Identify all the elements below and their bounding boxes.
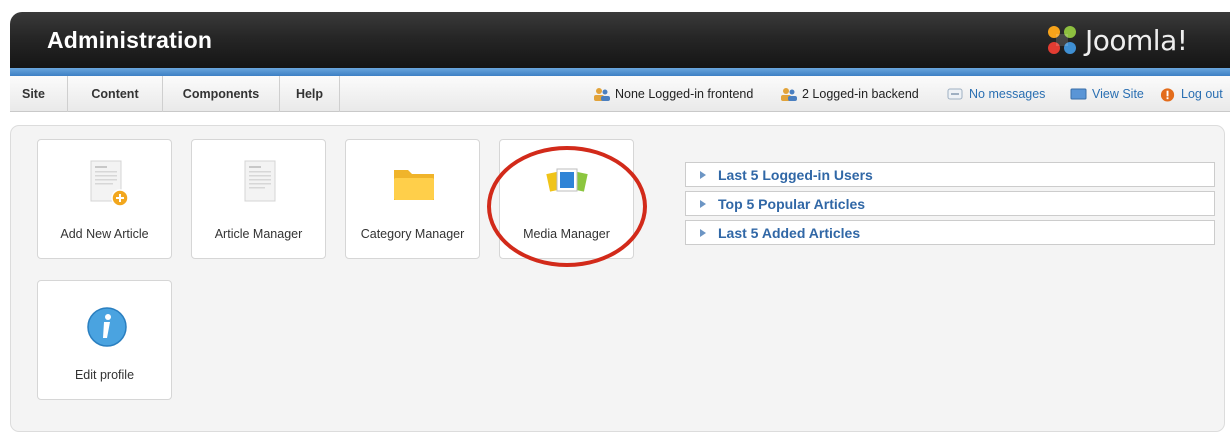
expand-arrow-icon <box>700 170 706 179</box>
page-title: Administration <box>47 27 213 53</box>
logo-text: Joomla! <box>1085 23 1188 57</box>
expand-arrow-icon <box>700 228 706 237</box>
logout-link[interactable]: Log out <box>1160 76 1223 112</box>
tile-label: Media Manager <box>523 227 610 241</box>
menu-help[interactable]: Help <box>280 76 340 112</box>
message-icon <box>947 88 963 100</box>
category-manager-tile[interactable]: Category Manager <box>345 139 480 259</box>
frontend-users-text: None Logged-in frontend <box>615 87 754 101</box>
monitor-icon <box>1070 88 1087 100</box>
info-icon <box>87 307 127 347</box>
joomla-logo[interactable]: Joomla! <box>1045 22 1188 58</box>
accordion-label: Top 5 Popular Articles <box>718 195 866 212</box>
frontend-users-status: None Logged-in frontend <box>593 76 753 112</box>
menu-components[interactable]: Components <box>163 76 280 112</box>
joomla-logo-icon <box>1048 26 1076 54</box>
tile-label: Article Manager <box>214 227 303 241</box>
tile-label: Edit profile <box>74 368 135 382</box>
edit-profile-tile[interactable]: Edit profile <box>37 280 172 400</box>
media-manager-tile[interactable]: Media Manager <box>499 139 634 259</box>
accordion-label: Last 5 Logged-in Users <box>718 166 873 183</box>
accordion-label: Last 5 Added Articles <box>718 224 861 241</box>
menu-content[interactable]: Content <box>68 76 163 112</box>
add-article-icon <box>90 160 129 207</box>
accordion-last-added-articles[interactable]: Last 5 Added Articles <box>685 220 1215 245</box>
media-icon <box>546 168 588 192</box>
backend-users-text: 2 Logged-in backend <box>802 87 919 101</box>
messages-text[interactable]: No messages <box>969 87 1045 101</box>
add-new-article-tile[interactable]: Add New Article <box>37 139 172 259</box>
admin-header: Administration Joomla! <box>10 12 1230 68</box>
top-menu-bar: Site Content Components Help None Logged… <box>10 76 1230 112</box>
expand-arrow-icon <box>700 199 706 208</box>
backend-users-status: 2 Logged-in backend <box>780 76 919 112</box>
article-icon <box>244 160 276 202</box>
header-accent-bar <box>10 68 1230 76</box>
view-site-link[interactable]: View Site <box>1070 76 1144 112</box>
accordion-top-popular-articles[interactable]: Top 5 Popular Articles <box>685 191 1215 216</box>
article-manager-tile[interactable]: Article Manager <box>191 139 326 259</box>
folder-icon <box>394 170 434 200</box>
tile-label: Add New Article <box>60 227 149 241</box>
menu-site[interactable]: Site <box>10 76 68 112</box>
tile-label: Category Manager <box>360 227 465 241</box>
users-icon <box>594 88 610 101</box>
view-site-text[interactable]: View Site <box>1092 87 1144 101</box>
accordion-last-logged-in-users[interactable]: Last 5 Logged-in Users <box>685 162 1215 187</box>
messages-link[interactable]: No messages <box>947 76 1045 112</box>
users-icon <box>781 88 797 101</box>
logout-icon <box>1160 88 1175 102</box>
logout-text[interactable]: Log out <box>1181 87 1223 101</box>
